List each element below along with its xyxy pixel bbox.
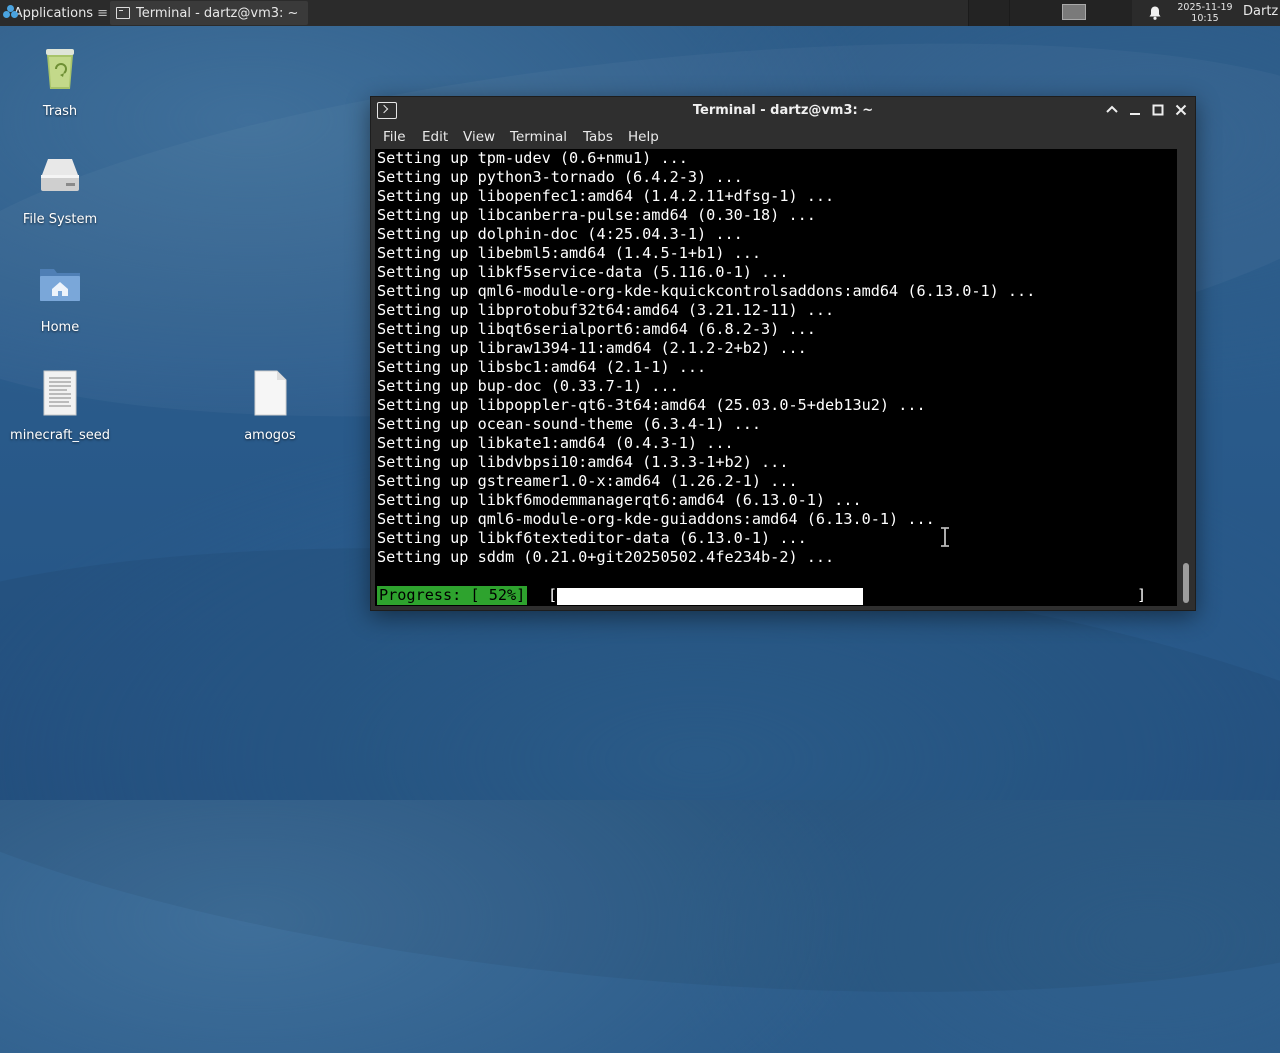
terminal-line: Setting up libkf5service-data (5.116.0-1… <box>377 263 789 281</box>
menu-terminal[interactable]: Terminal <box>510 129 567 145</box>
terminal-line: Setting up tpm-udev (0.6+nmu1) ... <box>377 149 688 167</box>
workspace-switcher[interactable] <box>1050 0 1132 26</box>
terminal-line: Setting up libkf6modemmanagerqt6:amd64 (… <box>377 491 862 509</box>
window-titlebar[interactable]: Terminal - dartz@vm3: ~ <box>371 97 1195 125</box>
terminal-line: Setting up libkate1:amd64 (0.4.3-1) ... <box>377 434 734 452</box>
home-folder-icon <box>40 269 80 301</box>
desktop-icon-amogos[interactable]: amogos <box>220 369 320 444</box>
terminal-line: Setting up libdvbpsi10:amd64 (1.3.3-1+b2… <box>377 453 789 471</box>
terminal-scrollbar[interactable] <box>1178 149 1194 606</box>
maximize-window-icon[interactable] <box>1150 102 1166 118</box>
drive-icon <box>41 159 79 191</box>
desktop-icon-trash[interactable]: Trash <box>10 45 110 120</box>
scrollbar-thumb[interactable] <box>1183 563 1189 603</box>
terminal-line: Setting up dolphin-doc (4:25.04.3-1) ... <box>377 225 743 243</box>
applications-menu-button[interactable]: Applications ≡ <box>0 0 108 26</box>
progress-fill <box>557 588 864 605</box>
clock-date: 2025-11-19 <box>1177 2 1233 13</box>
terminal-line: Setting up libsbc1:amd64 (2.1-1) ... <box>377 358 707 376</box>
terminal-window[interactable]: Terminal - dartz@vm3: ~ File Edit View T… <box>370 96 1196 611</box>
terminal-line: Setting up gstreamer1.0-x:amd64 (1.26.2-… <box>377 472 798 490</box>
progress-track <box>557 588 1146 605</box>
window-title: Terminal - dartz@vm3: ~ <box>692 103 874 118</box>
window-menubar: File Edit View Terminal Tabs Help <box>371 125 1195 149</box>
shade-window-icon[interactable] <box>1104 102 1120 118</box>
text-file-icon <box>43 370 77 416</box>
top-panel: Applications ≡ Terminal - dartz@vm3: ~ 2… <box>0 0 1280 26</box>
progress-row: Progress: [ 52%] [ ] <box>377 586 1177 605</box>
notification-bell-icon[interactable] <box>1147 5 1163 21</box>
terminal-line: Setting up qml6-module-org-kde-kquickcon… <box>377 282 1036 300</box>
menu-view[interactable]: View <box>463 129 495 145</box>
menu-tabs[interactable]: Tabs <box>583 129 613 145</box>
terminal-line: Setting up ocean-sound-theme (6.3.4-1) .… <box>377 415 762 433</box>
terminal-icon <box>116 7 130 19</box>
blank-file-icon <box>254 370 287 416</box>
terminal-line: Setting up libraw1394-11:amd64 (2.1.2-2+… <box>377 339 807 357</box>
terminal-line: Setting up sddm (0.21.0+git20250502.4fe2… <box>377 548 835 566</box>
xfce-logo-icon <box>3 5 18 21</box>
desktop-icon-home[interactable]: Home <box>10 261 110 336</box>
desktop-icon-minecraft-seed[interactable]: minecraft_seed <box>10 369 110 444</box>
desktop-icon-label: Home <box>40 320 80 335</box>
taskbar-item-label: Terminal - dartz@vm3: ~ <box>136 5 299 21</box>
terminal-line: Setting up libprotobuf32t64:amd64 (3.21.… <box>377 301 835 319</box>
desktop-icon-label: minecraft_seed <box>10 428 110 443</box>
menu-help[interactable]: Help <box>628 129 659 145</box>
terminal-lines: Setting up tpm-udev (0.6+nmu1) ... Settin… <box>375 149 1177 567</box>
close-window-icon[interactable] <box>1173 102 1189 118</box>
panel-clock[interactable]: 2025-11-19 10:15 <box>1172 2 1238 24</box>
progress-bracket-close: ] <box>1137 586 1147 604</box>
menu-file[interactable]: File <box>383 129 406 145</box>
terminal-line: Setting up python3-tornado (6.4.2-3) ... <box>377 168 743 186</box>
terminal-line: Setting up libqt6serialport6:amd64 (6.8.… <box>377 320 816 338</box>
workspace-1[interactable] <box>1062 4 1086 20</box>
applications-label: Applications <box>13 5 94 21</box>
desktop-icon-label: Trash <box>42 104 78 119</box>
terminal-line: Setting up qml6-module-org-kde-guiaddons… <box>377 510 935 528</box>
minimize-window-icon[interactable] <box>1127 102 1143 118</box>
terminal-line: Setting up libpoppler-qt6-3t64:amd64 (25… <box>377 396 926 414</box>
text-cursor-icon <box>941 527 949 547</box>
trash-icon <box>46 49 74 89</box>
terminal-line: Setting up libopenfec1:amd64 (1.4.2.11+d… <box>377 187 835 205</box>
progress-label: Progress: [ 52%] <box>377 586 528 605</box>
clock-time: 10:15 <box>1191 13 1219 24</box>
terminal-cursor-line <box>375 567 442 604</box>
separator-icon: ≡ <box>97 5 108 21</box>
taskbar-item-terminal[interactable]: Terminal - dartz@vm3: ~ <box>110 1 308 25</box>
user-menu[interactable]: Dartz <box>1243 4 1278 19</box>
terminal-output[interactable]: Setting up tpm-udev (0.6+nmu1) ... Settin… <box>375 149 1177 606</box>
terminal-line: Setting up libebml5:amd64 (1.4.5-1+b1) .… <box>377 244 762 262</box>
menu-edit[interactable]: Edit <box>422 129 448 145</box>
progress-bracket-open: [ <box>548 586 558 604</box>
desktop-icon-label: amogos <box>244 428 296 443</box>
desktop-icon-label: File System <box>22 212 98 227</box>
desktop-icon-file-system[interactable]: File System <box>10 153 110 228</box>
terminal-line: Setting up bup-doc (0.33.7-1) ... <box>377 377 679 395</box>
terminal-line: Setting up libkf6texteditor-data (6.13.0… <box>377 529 807 547</box>
panel-spacer <box>968 0 1050 26</box>
terminal-line: Setting up libcanberra-pulse:amd64 (0.30… <box>377 206 816 224</box>
